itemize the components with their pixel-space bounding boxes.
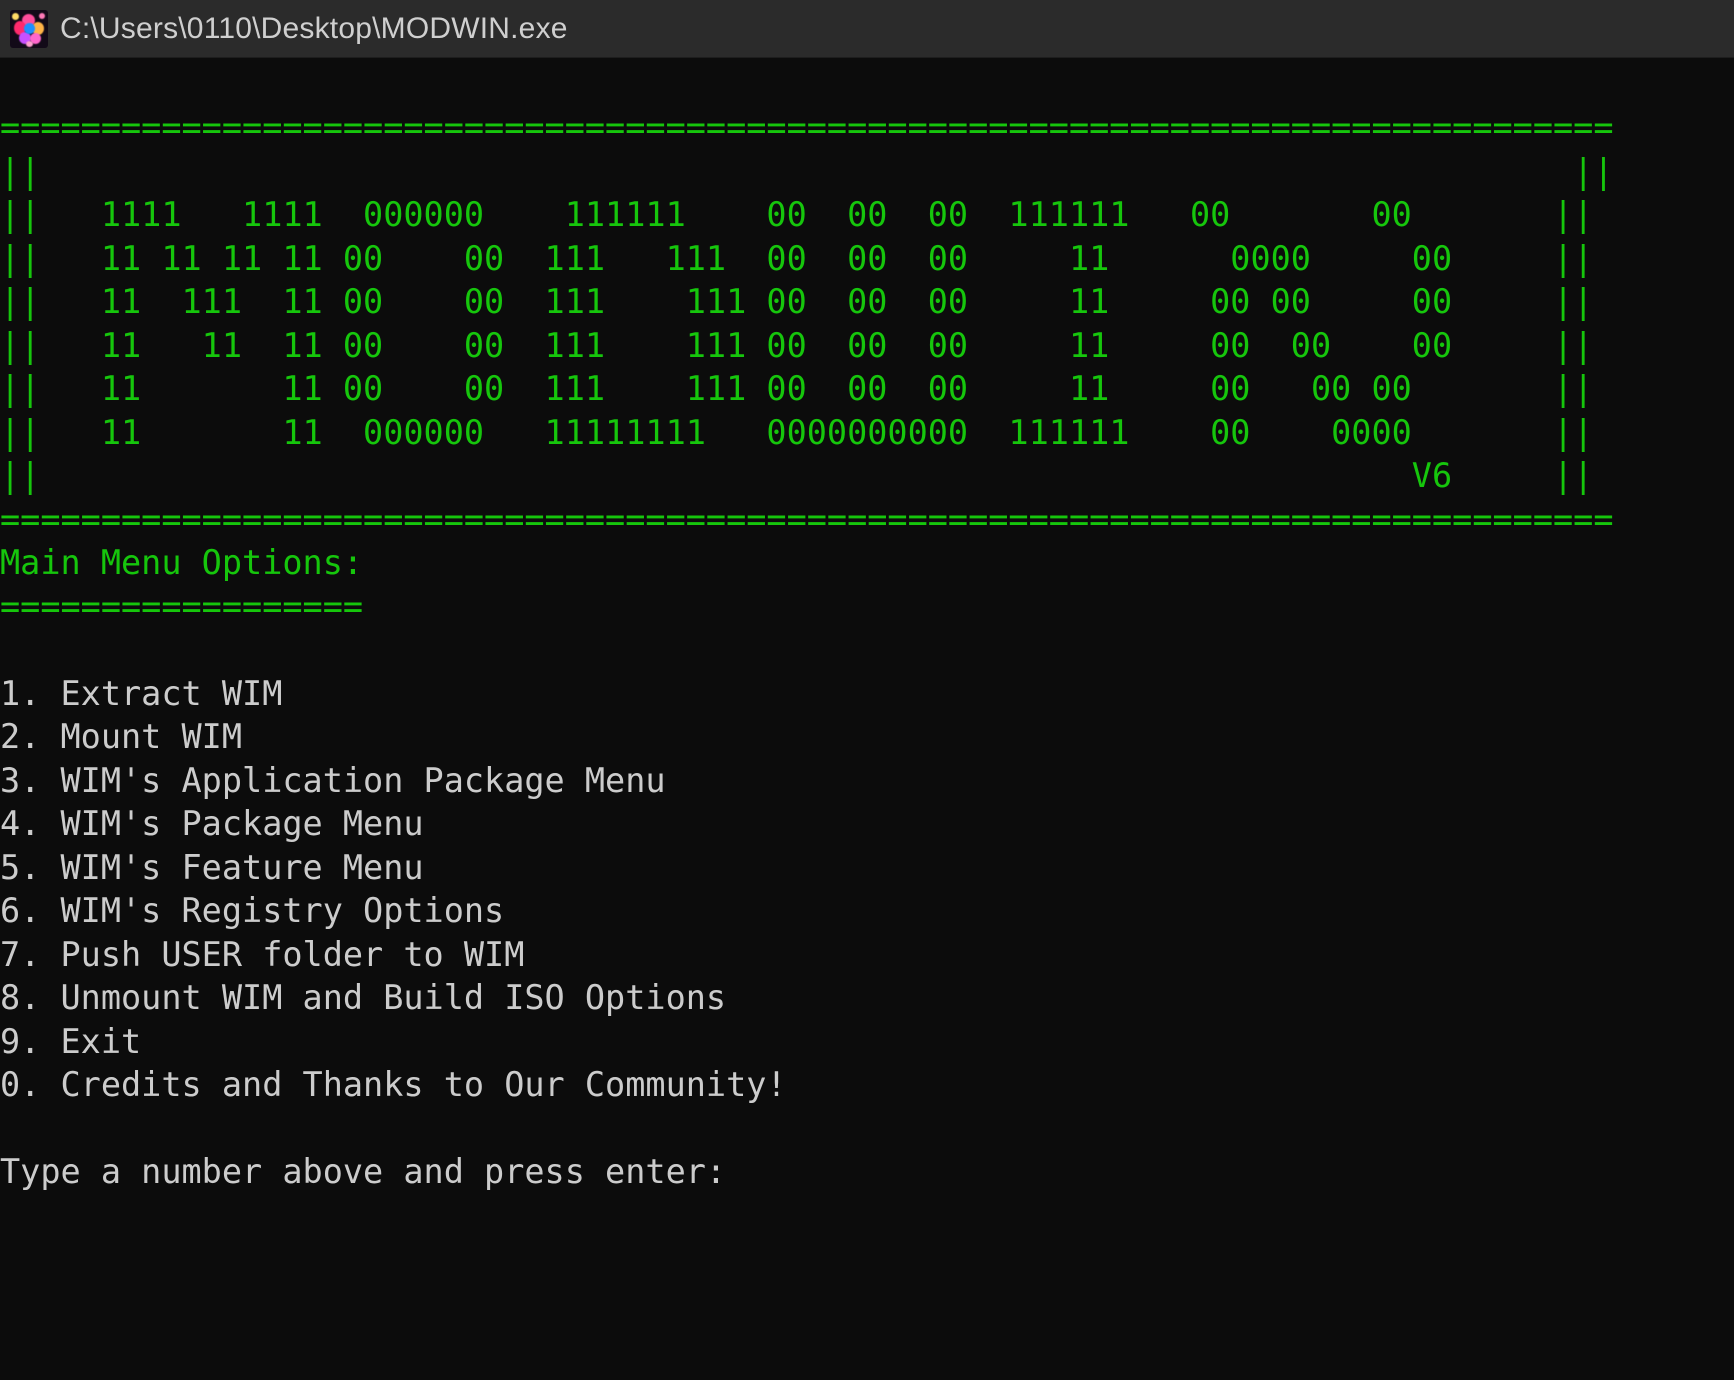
banner-art-row-5: || 11 11 00 00 111 111 00 00 00 11 00 00… [0,369,1594,408]
menu-item-exit[interactable]: 9. Exit [0,1020,1734,1064]
window-title-bar: C:\Users\0110\Desktop\MODWIN.exe [0,0,1734,58]
banner-bottom-rule: ========================================… [0,499,1614,539]
spacer-line-2 [0,1107,1734,1151]
menu-item-feature-menu[interactable]: 5. WIM's Feature Menu [0,846,1734,890]
menu-item-application-package[interactable]: 3. WIM's Application Package Menu [0,759,1734,803]
modwin-app-icon [10,9,48,48]
menu-item-credits[interactable]: 0. Credits and Thanks to Our Community! [0,1063,1734,1107]
main-menu-heading: Main Menu Options: [0,543,364,582]
banner-art-row-4: || 11 11 11 00 00 111 111 00 00 00 11 00… [0,325,1594,365]
input-prompt[interactable]: Type a number above and press enter: [0,1150,1734,1194]
menu-item-package-menu[interactable]: 4. WIM's Package Menu [0,802,1734,846]
menu-item-registry-options[interactable]: 6. WIM's Registry Options [0,889,1734,933]
banner-top-rule: ========================================… [0,108,1614,147]
menu-item-extract-wim[interactable]: 1. Extract WIM [0,672,1734,716]
banner-art-row-3: || 11 111 11 00 00 111 111 00 00 00 11 0… [0,282,1594,321]
banner-art-row-0: || || [0,151,1614,191]
spacer-line [0,628,1734,672]
banner-art-row-1: || 1111 1111 000000 111111 00 00 00 1111… [0,195,1594,234]
window-title-text: C:\Users\0110\Desktop\MODWIN.exe [60,11,568,45]
banner-art-row-6: || 11 11 000000 11111111 0000000000 1111… [0,412,1594,452]
menu-item-mount-wim[interactable]: 2. Mount WIM [0,715,1734,759]
menu-item-push-user-folder[interactable]: 7. Push USER folder to WIM [0,933,1734,977]
console-input-caret[interactable] [0,1194,1734,1234]
main-menu-heading-rule: ================== [0,586,364,626]
banner-art-row-2: || 11 11 11 11 00 00 111 111 00 00 00 11… [0,238,1594,278]
menu-item-unmount-build-iso[interactable]: 8. Unmount WIM and Build ISO Options [0,976,1734,1020]
banner-art-row-version: || V6 || [0,456,1594,495]
console-output-area[interactable]: ========================================… [0,58,1734,1380]
